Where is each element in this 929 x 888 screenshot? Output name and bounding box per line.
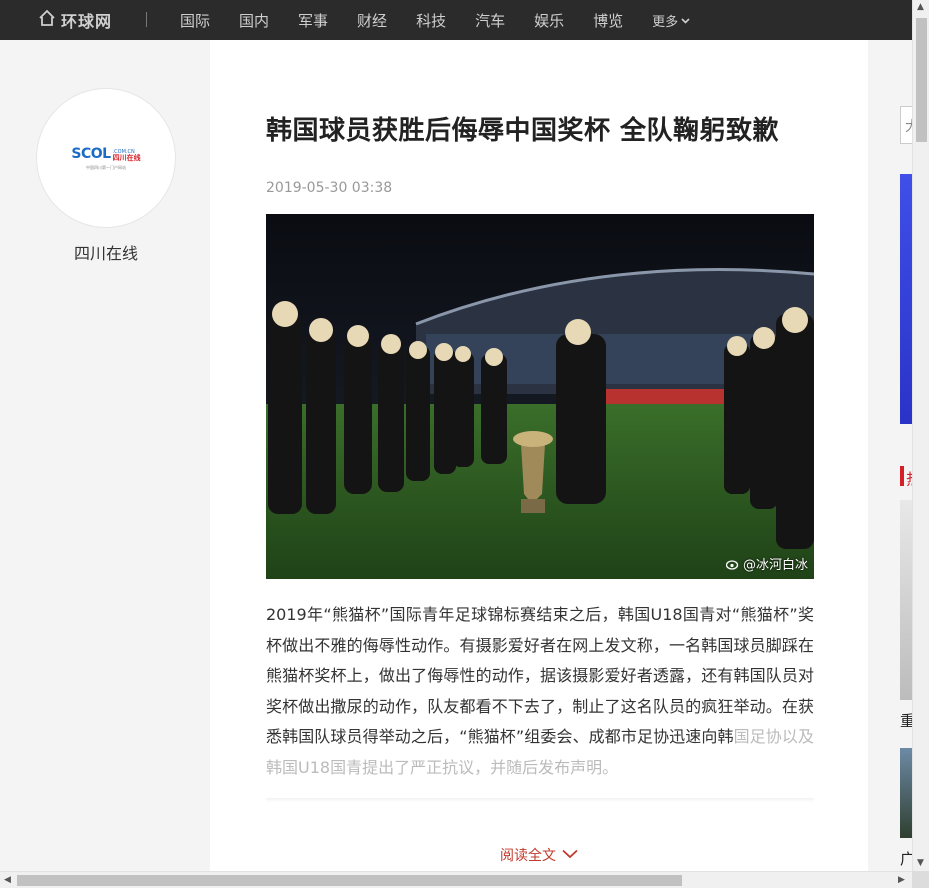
source-logo-tagline: 中国四川第一门户网站	[86, 164, 126, 170]
article-date: 2019-05-30 03:38	[266, 180, 393, 196]
content-fade	[266, 798, 814, 802]
source-avatar[interactable]: SCOL .COM.CN 四川在线 中国四川第一门户网站	[36, 88, 176, 228]
read-full-button[interactable]: 阅读全文	[210, 845, 868, 865]
nav-divider	[146, 12, 147, 27]
source-logo-main: SCOL	[71, 145, 111, 162]
nav-item-international[interactable]: 国际	[180, 10, 210, 31]
source-logo: SCOL .COM.CN 四川在线	[71, 146, 140, 162]
weibo-icon	[725, 558, 740, 570]
nav-item-finance[interactable]: 财经	[357, 10, 387, 31]
nav-item-military[interactable]: 军事	[298, 10, 328, 31]
nav-more-button[interactable]: 更多	[652, 11, 690, 30]
nav-menu: 国际 国内 军事 财经 科技 汽车 娱乐 博览 更多	[180, 0, 690, 40]
article-photo: @冰河白冰	[266, 214, 814, 579]
article-title: 韩国球员获胜后侮辱中国奖杯 全队鞠躬致歉	[266, 116, 780, 146]
site-logo[interactable]: 环球网	[38, 9, 112, 31]
source-name[interactable]: 四川在线	[36, 240, 176, 264]
top-nav-bar: 环球网 国际 国内 军事 财经 科技 汽车 娱乐 博览 更多	[0, 0, 912, 40]
scroll-down-arrow-icon[interactable]: ▼	[917, 858, 924, 868]
article-card: 韩国球员获胜后侮辱中国奖杯 全队鞠躬致歉 2019-05-30 03:38 @冰…	[210, 40, 868, 888]
article-body: 2019年“熊猫杯”国际青年足球锦标赛结束之后，韩国U18国青对“熊猫杯”奖杯做…	[266, 600, 814, 783]
scroll-up-arrow-icon[interactable]: ▲	[917, 2, 924, 12]
section-marker	[900, 466, 904, 486]
right-headline-2[interactable]: 广	[900, 848, 912, 868]
right-banner-ad[interactable]	[900, 174, 912, 424]
nav-item-entertainment[interactable]: 娱乐	[534, 10, 564, 31]
logo-text: 环球网	[61, 12, 113, 31]
nav-item-expo[interactable]: 博览	[593, 10, 623, 31]
right-thumbnail-2[interactable]	[900, 748, 912, 838]
right-search-stub: 大	[905, 119, 912, 135]
vertical-scroll-thumb[interactable]	[916, 18, 927, 142]
watermark-text: @冰河白冰	[742, 558, 808, 573]
nav-item-auto[interactable]: 汽车	[475, 10, 505, 31]
nav-item-tech[interactable]: 科技	[416, 10, 446, 31]
scroll-right-arrow-icon[interactable]: ▶	[898, 875, 905, 885]
read-full-label: 阅读全文	[500, 848, 556, 864]
home-icon	[38, 9, 56, 31]
source-logo-cn: 四川在线	[112, 153, 141, 162]
right-headline-1[interactable]: 重	[900, 710, 912, 730]
nav-item-domestic[interactable]: 国内	[239, 10, 269, 31]
vertical-scrollbar[interactable]: ▲ ▼	[912, 0, 929, 871]
article-paragraph: 2019年“熊猫杯”国际青年足球锦标赛结束之后，韩国U18国青对“熊猫杯”奖杯做…	[266, 605, 814, 746]
horizontal-scrollbar[interactable]: ◀ ▶	[0, 871, 912, 888]
right-thumbnail-1[interactable]	[900, 500, 912, 700]
horizontal-scroll-thumb[interactable]	[17, 875, 682, 886]
chevron-down-icon	[681, 13, 690, 28]
scroll-left-arrow-icon[interactable]: ◀	[4, 875, 11, 885]
right-search-box[interactable]: 大	[900, 106, 912, 144]
chevron-down-icon	[562, 847, 578, 863]
scrollbar-corner	[912, 871, 929, 888]
image-watermark: @冰河白冰	[725, 554, 808, 573]
nav-more-label: 更多	[652, 14, 679, 30]
